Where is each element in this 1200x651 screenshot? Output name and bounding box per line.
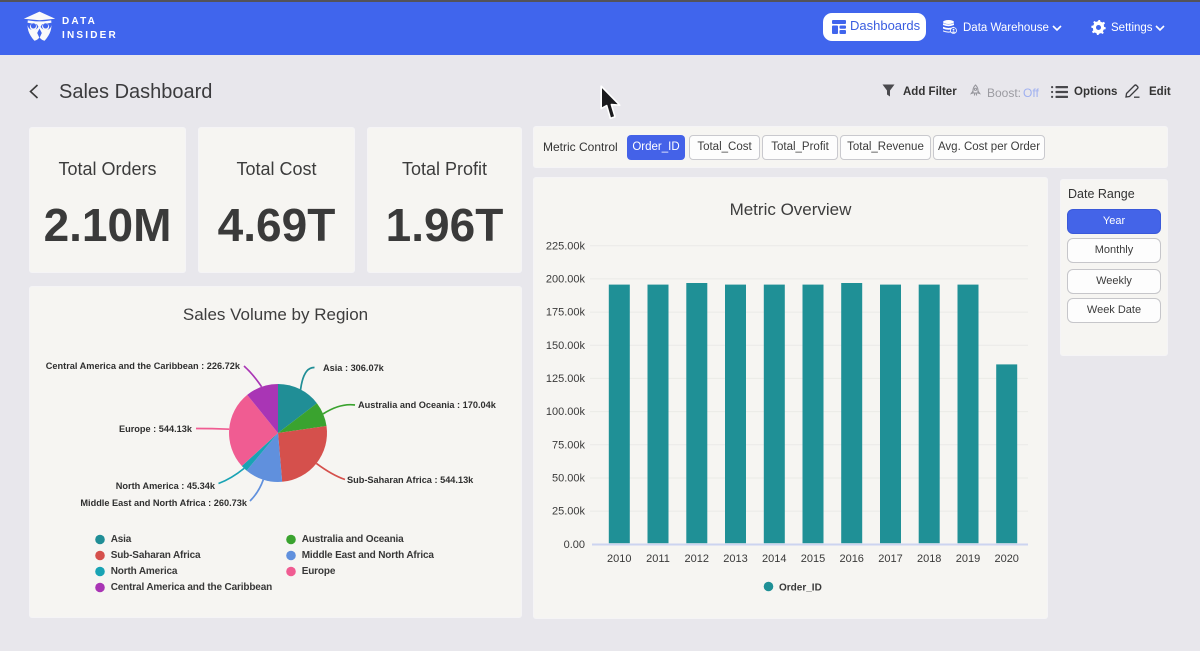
svg-text:200.00k: 200.00k — [546, 274, 586, 286]
svg-text:175.00k: 175.00k — [546, 307, 586, 319]
svg-text:Order_ID: Order_ID — [779, 583, 822, 594]
svg-text:100.00k: 100.00k — [546, 406, 586, 418]
svg-text:50.00k: 50.00k — [552, 473, 586, 485]
svg-text:2018: 2018 — [917, 553, 941, 565]
svg-text:75.00k: 75.00k — [552, 439, 586, 451]
svg-text:2012: 2012 — [685, 553, 709, 565]
svg-text:0.00: 0.00 — [564, 539, 585, 551]
svg-text:2014: 2014 — [762, 553, 786, 565]
svg-text:2016: 2016 — [839, 553, 863, 565]
svg-text:150.00k: 150.00k — [546, 340, 586, 352]
svg-text:2010: 2010 — [607, 553, 631, 565]
svg-text:225.00k: 225.00k — [546, 240, 586, 252]
svg-text:2013: 2013 — [723, 553, 747, 565]
svg-text:2019: 2019 — [956, 553, 980, 565]
svg-text:2017: 2017 — [878, 553, 902, 565]
svg-text:25.00k: 25.00k — [552, 506, 586, 518]
svg-text:125.00k: 125.00k — [546, 373, 586, 385]
svg-text:2011: 2011 — [646, 553, 670, 565]
svg-text:2020: 2020 — [994, 553, 1018, 565]
svg-text:2015: 2015 — [801, 553, 825, 565]
